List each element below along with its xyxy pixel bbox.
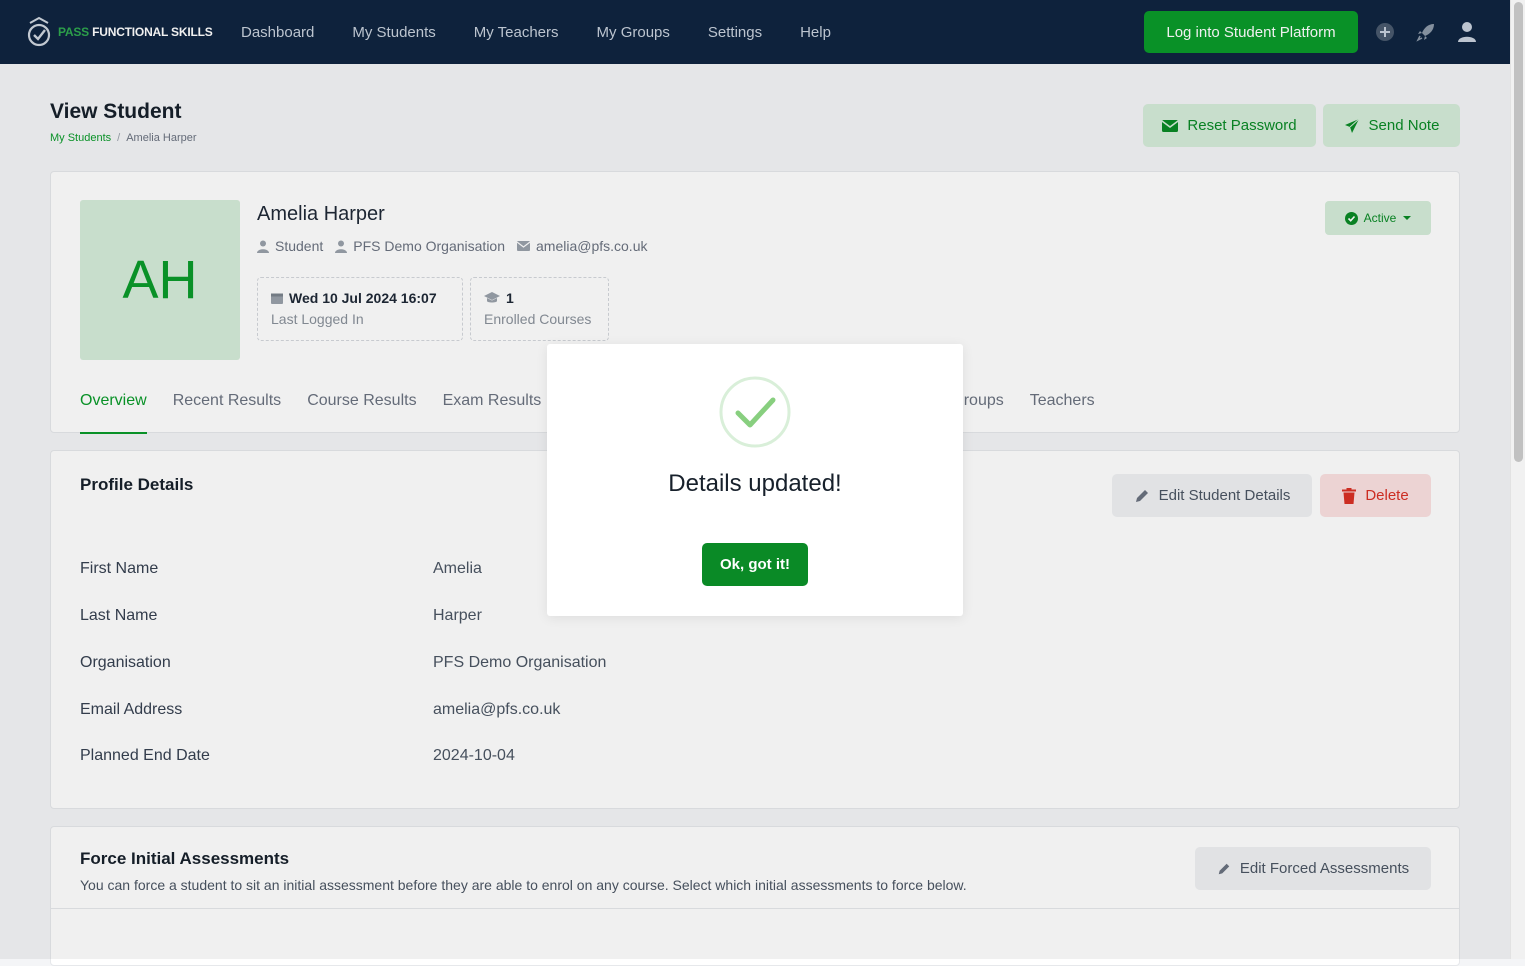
ok-got-it-button[interactable]: Ok, got it! (702, 543, 808, 586)
page-scrollbar[interactable] (1510, 0, 1525, 959)
success-check-icon (719, 376, 791, 448)
scrollbar-thumb[interactable] (1514, 2, 1523, 462)
modal-title: Details updated! (668, 470, 842, 497)
success-modal: Details updated! Ok, got it! (547, 344, 963, 616)
